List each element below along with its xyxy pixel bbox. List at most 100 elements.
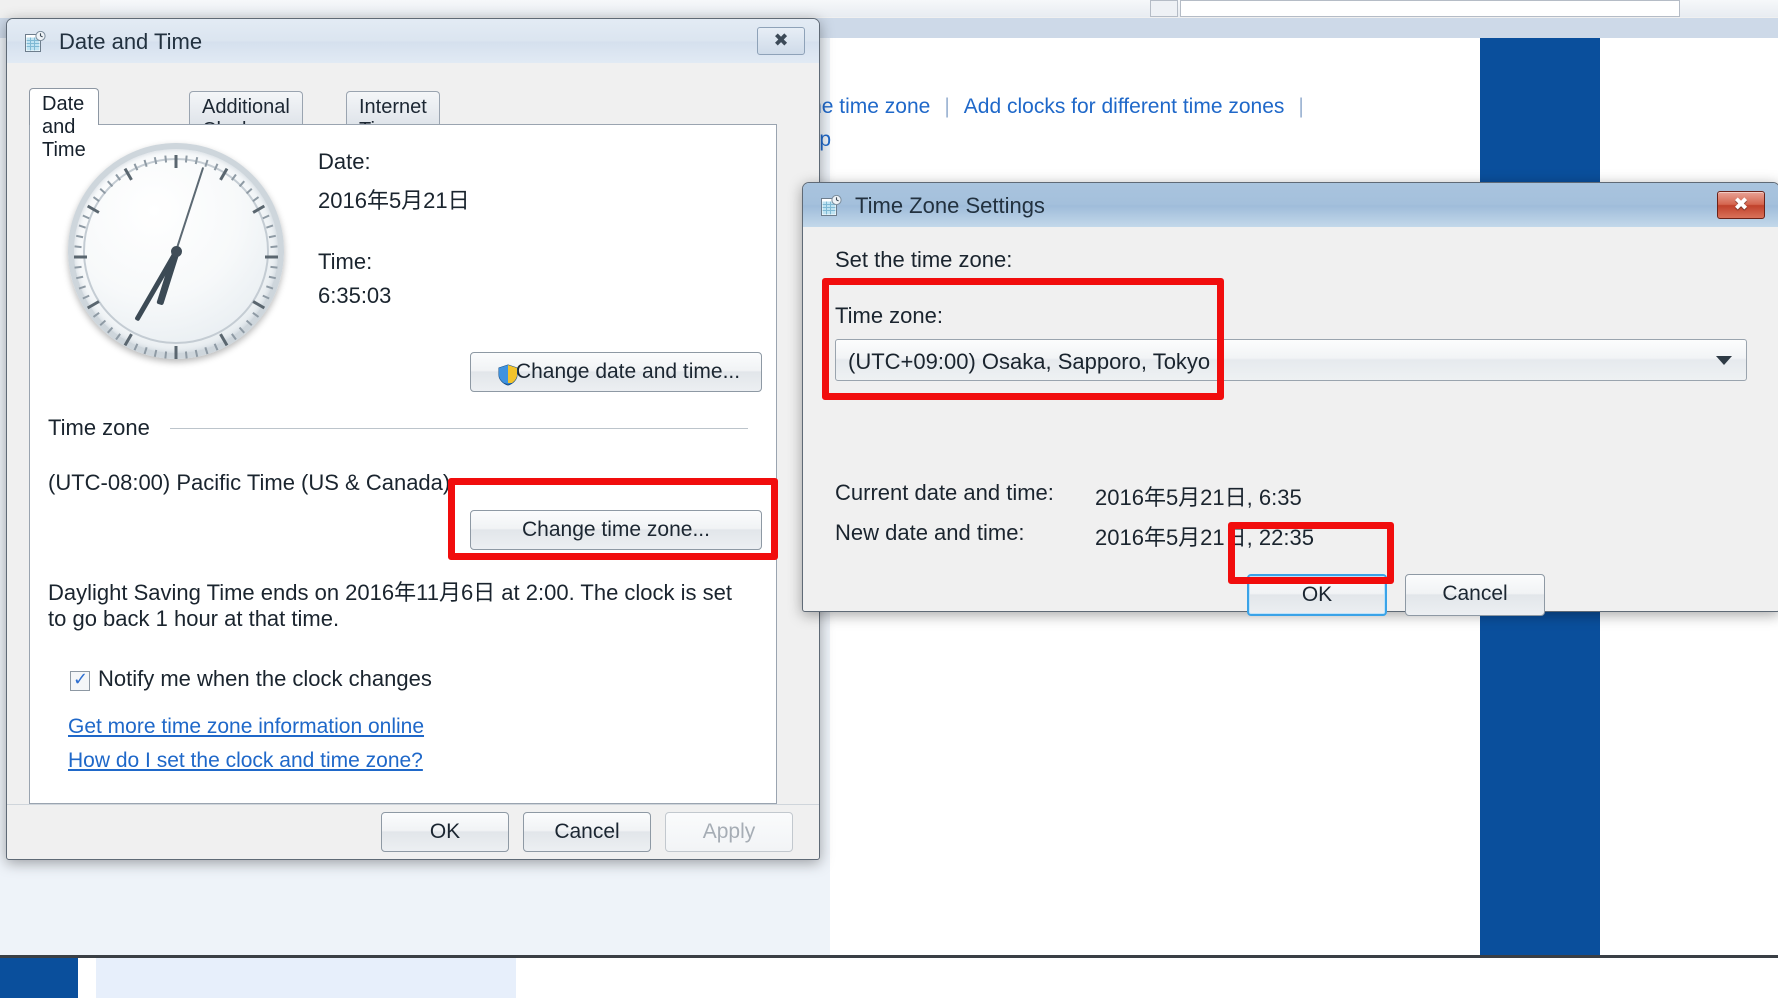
date-and-time-titlebar[interactable]: Date and Time ✖ <box>7 19 819 63</box>
notify-clock-changes-label: Notify me when the clock changes <box>98 666 432 691</box>
clock-tick <box>76 234 84 239</box>
link-how-do-i-set-clock[interactable]: How do I set the clock and time zone? <box>68 749 423 773</box>
clock-tick <box>268 234 276 239</box>
tab-internet-time[interactable]: Internet Time <box>346 91 440 141</box>
notify-clock-changes-checkbox[interactable]: ✓ <box>70 669 90 691</box>
control-panel-search-box[interactable] <box>1150 0 1178 17</box>
date-label: Date: <box>318 149 371 174</box>
time-zone-settings-dialog: Time Zone Settings ✖ Set the time zone: … <box>802 182 1778 616</box>
date-and-time-cancel-label: Cancel <box>554 820 620 843</box>
change-time-zone-button[interactable]: Change time zone... <box>470 510 762 550</box>
clock-tick <box>82 214 90 220</box>
taskbar-item[interactable] <box>96 958 516 998</box>
date-and-time-tab-panel: Date: 2016年5月21日 Time: 6:35:03 Change da… <box>29 124 777 804</box>
clock-tick <box>252 300 266 310</box>
time-zone-settings-ok-button[interactable]: OK <box>1247 574 1387 616</box>
clock-tick <box>245 319 253 326</box>
change-date-and-time-button-label: Change date and time... <box>515 360 741 383</box>
clock-tick <box>266 224 274 229</box>
time-zone-settings-close-button[interactable]: ✖ <box>1717 191 1765 219</box>
time-zone-combobox[interactable]: (UTC+09:00) Osaka, Sapporo, Tokyo <box>835 339 1747 381</box>
clock-tick <box>78 285 86 290</box>
link-separator-2: | <box>1298 95 1304 118</box>
chevron-down-icon[interactable] <box>1716 356 1732 365</box>
new-date-and-time-label: New date and time: <box>835 520 1025 545</box>
control-panel-address-box[interactable] <box>1180 0 1680 17</box>
clock-tick <box>268 275 276 280</box>
clock-tick <box>174 346 178 359</box>
clock-tick <box>74 245 82 249</box>
time-zone-settings-titlebar[interactable]: Time Zone Settings ✖ <box>803 183 1778 227</box>
link-add-clocks[interactable]: Add clocks for different time zones <box>964 95 1285 118</box>
clock-tick <box>78 224 86 229</box>
clock-tick <box>82 294 90 300</box>
clock-tick <box>252 196 260 202</box>
close-icon: ✖ <box>1733 194 1749 214</box>
tab-date-and-time[interactable]: Date and Time <box>29 88 99 161</box>
check-icon: ✓ <box>73 669 89 689</box>
date-and-time-apply-label: Apply <box>702 820 756 843</box>
time-zone-label: Time zone: <box>835 303 944 328</box>
set-the-time-zone-label: Set the time zone: <box>835 247 1013 272</box>
time-zone-selected-value: (UTC+09:00) Osaka, Sapporo, Tokyo <box>848 349 1211 374</box>
clock-tick <box>143 347 148 355</box>
clock-tick <box>133 343 139 351</box>
change-time-zone-button-label: Change time zone... <box>522 518 710 541</box>
current-date-and-time-value: 2016年5月21日, 6:35 <box>1095 485 1302 510</box>
clock-tick <box>164 351 168 359</box>
date-value: 2016年5月21日 <box>318 188 470 213</box>
clock-tick <box>231 333 237 341</box>
clock-tick <box>115 333 121 341</box>
clock-tick <box>123 333 133 347</box>
change-date-and-time-button[interactable]: Change date and time... <box>470 352 762 392</box>
date-and-time-title-text: Date and Time <box>59 29 203 54</box>
time-zone-group-divider <box>170 428 748 429</box>
date-and-time-apply-button: Apply <box>665 812 793 852</box>
time-value: 6:35:03 <box>318 283 392 308</box>
time-zone-settings-ok-label: OK <box>1301 583 1333 606</box>
daylight-saving-text: Daylight Saving Time ends on 2016年11月6日 … <box>48 580 732 631</box>
clock-tick <box>266 285 274 290</box>
calendar-clock-icon <box>25 30 47 52</box>
clock-tick <box>174 155 178 168</box>
time-label: Time: <box>318 249 373 274</box>
start-button-area[interactable] <box>0 958 78 998</box>
clock-tick <box>270 265 278 269</box>
link-get-more-time-zone-info[interactable]: Get more time zone information online <box>68 715 424 739</box>
calendar-clock-icon <box>821 194 843 216</box>
time-zone-settings-title-text: Time Zone Settings <box>855 193 1045 218</box>
clock-tick <box>238 326 245 334</box>
control-panel-task-links: hange the time zone | Add clocks for diffe… <box>740 95 1480 119</box>
clock-tick <box>86 300 100 310</box>
time-zone-settings-cancel-label: Cancel <box>1442 582 1508 605</box>
tab-additional-clocks[interactable]: Additional Clocks <box>189 91 303 141</box>
current-time-zone-value: (UTC-08:00) Pacific Time (US & Canada) <box>48 470 451 495</box>
clock-tick <box>92 312 100 318</box>
button-bar-divider <box>7 804 819 805</box>
analog-clock <box>68 143 284 359</box>
date-and-time-ok-button[interactable]: OK <box>381 812 509 852</box>
clock-center-hub <box>170 245 182 257</box>
clock-tick <box>204 347 209 355</box>
clock-face <box>68 143 284 359</box>
clock-tick <box>270 245 278 249</box>
control-panel-toolbar <box>0 0 1778 19</box>
current-date-and-time-label: Current date and time: <box>835 480 1054 505</box>
clock-tick <box>153 157 158 165</box>
clock-tick <box>262 214 270 220</box>
clock-tick <box>262 294 270 300</box>
clock-tick <box>164 155 168 163</box>
date-and-time-close-button[interactable]: ✖ <box>757 27 805 55</box>
close-icon: ✖ <box>773 30 789 50</box>
time-zone-settings-body: Set the time zone: Time zone: (UTC+09:00… <box>803 227 1778 616</box>
clock-tick <box>74 255 87 259</box>
clock-tick <box>252 312 260 318</box>
clock-tick <box>76 275 84 280</box>
clock-tick <box>213 343 219 351</box>
new-date-and-time-value: 2016年5月21日, 22:35 <box>1095 525 1314 550</box>
clock-tick <box>219 333 229 347</box>
time-zone-group-label: Time zone <box>48 415 158 441</box>
time-zone-settings-cancel-button[interactable]: Cancel <box>1405 574 1545 616</box>
clock-tick <box>74 265 82 269</box>
date-and-time-cancel-button[interactable]: Cancel <box>523 812 651 852</box>
